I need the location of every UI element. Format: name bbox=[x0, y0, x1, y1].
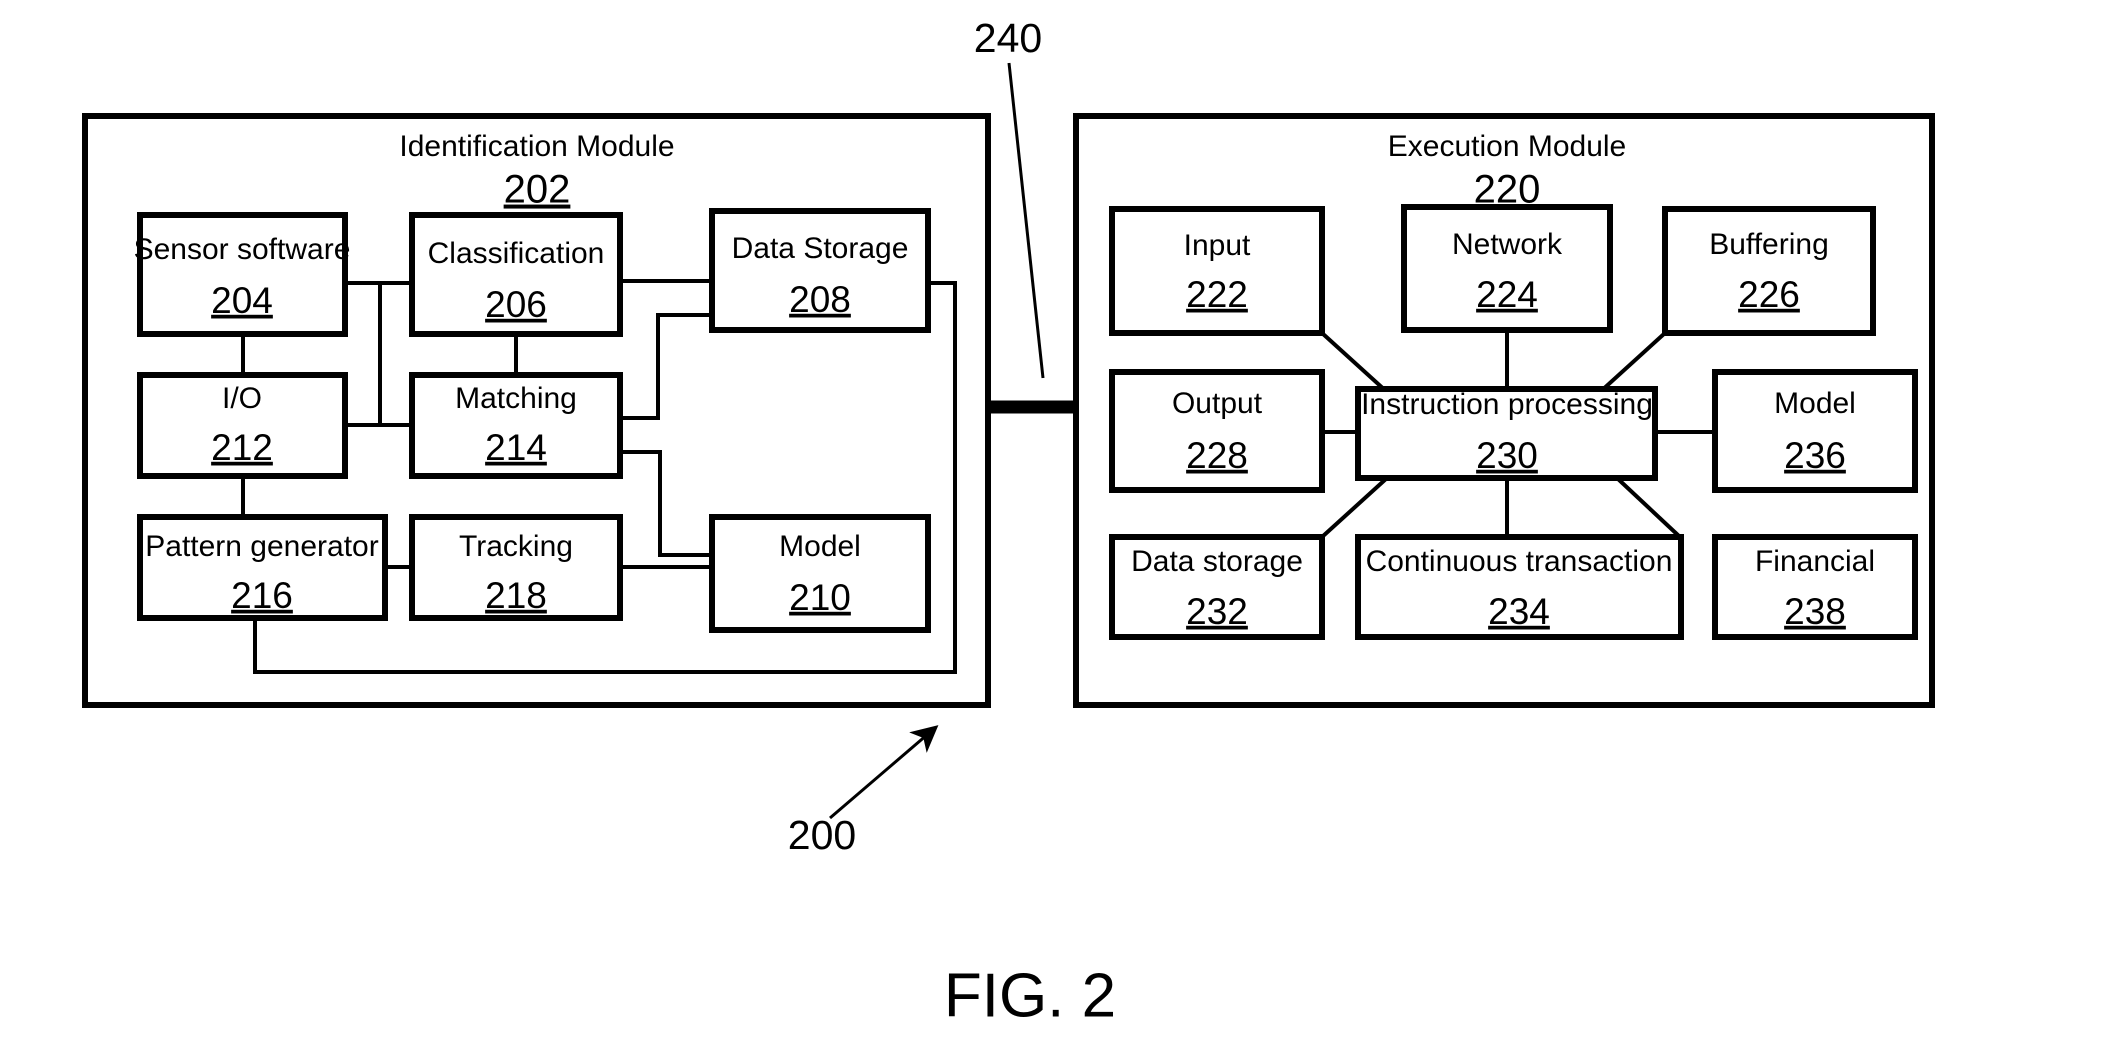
node-classification[interactable]: Classification 206 bbox=[409, 212, 623, 337]
node-sensor-software[interactable]: Sensor software 204 bbox=[134, 212, 351, 337]
node-instruction-processing-title: Instruction processing bbox=[1361, 388, 1653, 421]
node-matching-title: Matching bbox=[455, 382, 577, 415]
node-io-ref: 212 bbox=[211, 427, 273, 468]
identification-module-title: Identification Module bbox=[399, 130, 674, 163]
node-classification-ref: 206 bbox=[485, 284, 547, 325]
node-sensor-software-ref: 204 bbox=[211, 280, 273, 321]
node-model-236-ref: 236 bbox=[1784, 435, 1846, 476]
execution-module-title: Execution Module bbox=[1388, 130, 1626, 163]
figure-canvas: Identification Module 202 Sensor softwar… bbox=[82, 15, 1935, 1030]
node-continuous-transaction[interactable]: Continuous transaction 234 bbox=[1355, 534, 1684, 640]
node-buffering[interactable]: Buffering 226 bbox=[1662, 206, 1876, 336]
node-data-storage[interactable]: Data Storage 208 bbox=[709, 208, 931, 333]
link-230-238 bbox=[1615, 476, 1682, 539]
figure-ref-label-200: 200 bbox=[788, 812, 856, 858]
node-continuous-transaction-title: Continuous transaction bbox=[1366, 545, 1673, 578]
node-pattern-generator-title: Pattern generator bbox=[145, 530, 378, 563]
node-instruction-processing-ref: 230 bbox=[1476, 435, 1538, 476]
node-input-title: Input bbox=[1184, 229, 1251, 262]
link-230-232 bbox=[1320, 476, 1389, 539]
node-data-storage-232-title: Data storage bbox=[1131, 545, 1303, 578]
node-financial-ref: 238 bbox=[1784, 591, 1846, 632]
node-io-title: I/O bbox=[222, 382, 262, 415]
node-tracking[interactable]: Tracking 218 bbox=[409, 514, 623, 621]
node-model-210-ref: 210 bbox=[789, 577, 851, 618]
leader-arrow-200 bbox=[829, 725, 939, 820]
patent-figure: Identification Module 202 Sensor softwar… bbox=[0, 0, 2114, 1054]
node-output-title: Output bbox=[1172, 387, 1263, 420]
node-data-storage-232-ref: 232 bbox=[1186, 591, 1248, 632]
node-classification-title: Classification bbox=[428, 237, 605, 270]
node-pattern-generator[interactable]: Pattern generator 216 bbox=[137, 514, 388, 621]
node-data-storage-title: Data Storage bbox=[732, 232, 909, 265]
node-model-236-title: Model bbox=[1774, 387, 1856, 420]
link-226-230 bbox=[1598, 331, 1667, 394]
node-data-storage-ref: 208 bbox=[789, 279, 851, 320]
node-model-210-title: Model bbox=[779, 530, 861, 563]
node-output-ref: 228 bbox=[1186, 435, 1248, 476]
node-model-210[interactable]: Model 210 bbox=[709, 514, 931, 633]
node-data-storage-232[interactable]: Data storage 232 bbox=[1109, 534, 1325, 640]
node-buffering-title: Buffering bbox=[1709, 228, 1829, 261]
node-network-title: Network bbox=[1452, 228, 1563, 261]
node-financial-title: Financial bbox=[1755, 545, 1875, 578]
identification-module-ref: 202 bbox=[504, 168, 571, 212]
node-sensor-software-title: Sensor software bbox=[134, 233, 351, 266]
node-buffering-ref: 226 bbox=[1738, 274, 1800, 315]
node-output[interactable]: Output 228 bbox=[1109, 369, 1325, 493]
leader-line-240 bbox=[1007, 62, 1045, 379]
node-input-ref: 222 bbox=[1186, 274, 1248, 315]
node-network-ref: 224 bbox=[1476, 274, 1538, 315]
node-tracking-title: Tracking bbox=[459, 530, 573, 563]
node-model-236[interactable]: Model 236 bbox=[1712, 369, 1918, 493]
node-io[interactable]: I/O 212 bbox=[137, 372, 348, 479]
link-214-210 bbox=[620, 450, 712, 557]
link-ref-label-240: 240 bbox=[974, 15, 1042, 61]
node-continuous-transaction-ref: 234 bbox=[1488, 591, 1550, 632]
node-network[interactable]: Network 224 bbox=[1401, 204, 1613, 333]
node-matching-ref: 214 bbox=[485, 427, 547, 468]
node-input[interactable]: Input 222 bbox=[1109, 206, 1325, 336]
node-matching[interactable]: Matching 214 bbox=[409, 372, 623, 479]
link-214-208 bbox=[620, 313, 712, 420]
node-financial[interactable]: Financial 238 bbox=[1712, 534, 1918, 640]
node-pattern-generator-ref: 216 bbox=[231, 575, 293, 616]
node-tracking-ref: 218 bbox=[485, 575, 547, 616]
figure-caption: FIG. 2 bbox=[944, 961, 1116, 1030]
node-instruction-processing[interactable]: Instruction processing 230 bbox=[1355, 386, 1658, 481]
link-222-230 bbox=[1320, 331, 1389, 394]
